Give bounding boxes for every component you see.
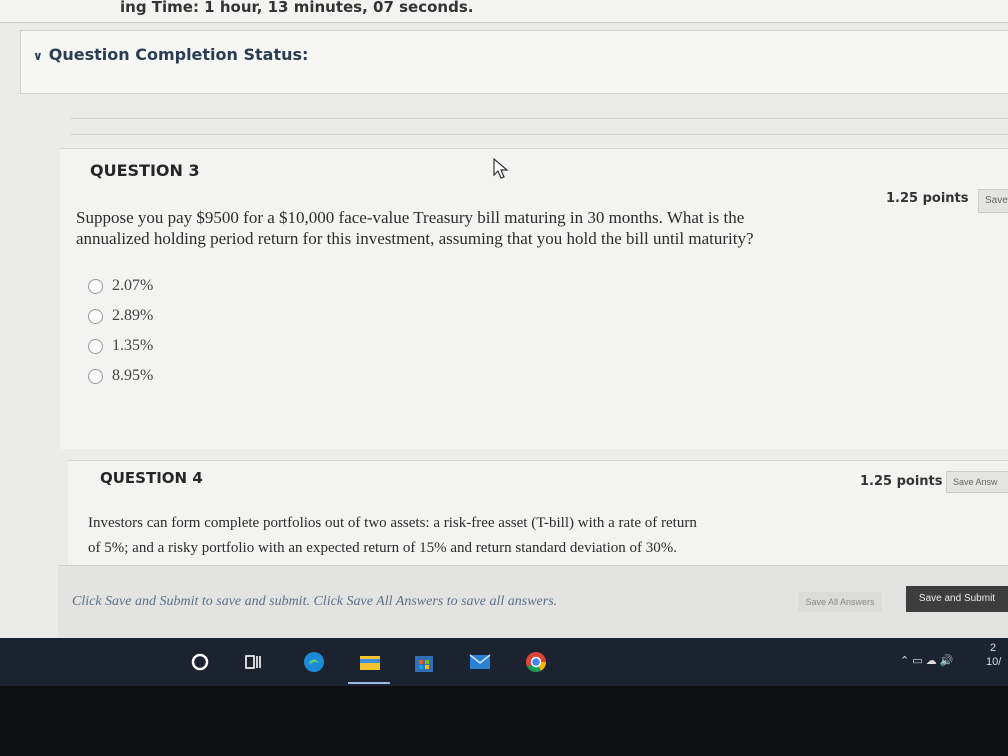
active-app-indicator <box>348 682 390 684</box>
timer-bar: ing Time: 1 hour, 13 minutes, 07 seconds… <box>0 0 1008 23</box>
answer-choice-2[interactable]: 2.89% <box>88 307 153 325</box>
system-tray[interactable]: ⌃ ▭ ☁ 🔊 <box>900 654 954 667</box>
radio-button[interactable] <box>88 338 103 354</box>
network-icon[interactable]: ▭ <box>912 655 922 667</box>
store-icon[interactable] <box>412 650 436 674</box>
question-4-block: QUESTION 4 1.25 points Save Answ Investo… <box>68 460 1008 566</box>
timer-text: ing Time: 1 hour, 13 minutes, 07 seconds… <box>120 0 474 16</box>
save-and-submit-button[interactable]: Save and Submit <box>906 586 1008 612</box>
divider <box>70 118 1008 119</box>
choice-label: 2.89% <box>112 307 154 324</box>
onedrive-icon[interactable]: ☁ <box>926 655 937 667</box>
choice-label: 2.07% <box>112 277 154 294</box>
clock-time[interactable]: 2 <box>990 642 996 654</box>
question-3-save-button[interactable]: Save <box>978 189 1008 213</box>
chrome-icon[interactable] <box>524 650 548 674</box>
mail-icon[interactable] <box>468 650 492 674</box>
answer-choice-4[interactable]: 8.95% <box>88 367 153 385</box>
chevron-down-icon: ∨ <box>33 49 43 63</box>
search-icon[interactable] <box>188 650 212 674</box>
question-3-points: 1.25 points <box>886 191 969 206</box>
question-4-save-answer-button[interactable]: Save Answ <box>946 471 1008 493</box>
radio-button[interactable] <box>88 308 103 324</box>
chevron-up-icon[interactable]: ⌃ <box>900 655 909 667</box>
question-4-text-line-1: Investors can form complete portfolios o… <box>88 515 697 531</box>
completion-status-toggle[interactable]: ∨ Question Completion Status: <box>33 45 308 64</box>
answer-choice-3[interactable]: 1.35% <box>88 337 153 355</box>
file-explorer-icon[interactable] <box>358 650 382 674</box>
question-4-text-line-2: of 5%; and a risky portfolio with an exp… <box>88 540 677 556</box>
question-3-text-line-1: Suppose you pay $9500 for a $10,000 face… <box>76 208 745 227</box>
footer-instruction: Click Save and Submit to save and submit… <box>72 594 558 609</box>
question-4-points: 1.25 points <box>860 474 943 489</box>
question-completion-status: ∨ Question Completion Status: <box>20 30 1008 94</box>
task-view-icon[interactable] <box>242 650 266 674</box>
mouse-cursor-icon <box>493 158 509 179</box>
volume-icon[interactable]: 🔊 <box>940 655 954 667</box>
choice-label: 1.35% <box>112 337 154 354</box>
divider <box>70 134 1008 135</box>
monitor-bezel <box>0 686 1008 756</box>
windows-taskbar: ⌃ ▭ ☁ 🔊 2 10/ <box>0 638 1008 686</box>
choice-label: 8.95% <box>112 367 154 384</box>
question-3-block: QUESTION 3 1.25 points Save Suppose you … <box>60 148 1008 449</box>
question-4-title: QUESTION 4 <box>100 469 203 487</box>
question-3-text-line-2: annualized holding period return for thi… <box>76 229 754 248</box>
answer-choice-1[interactable]: 2.07% <box>88 277 153 295</box>
submission-footer: Click Save and Submit to save and submit… <box>58 565 1008 638</box>
completion-status-label: Question Completion Status: <box>48 45 309 64</box>
edge-icon[interactable] <box>302 650 326 674</box>
save-all-answers-button[interactable]: Save All Answers <box>798 592 882 612</box>
radio-button[interactable] <box>88 368 103 384</box>
question-3-title: QUESTION 3 <box>90 161 200 180</box>
radio-button[interactable] <box>88 278 103 294</box>
clock-date[interactable]: 10/ <box>986 656 1001 668</box>
